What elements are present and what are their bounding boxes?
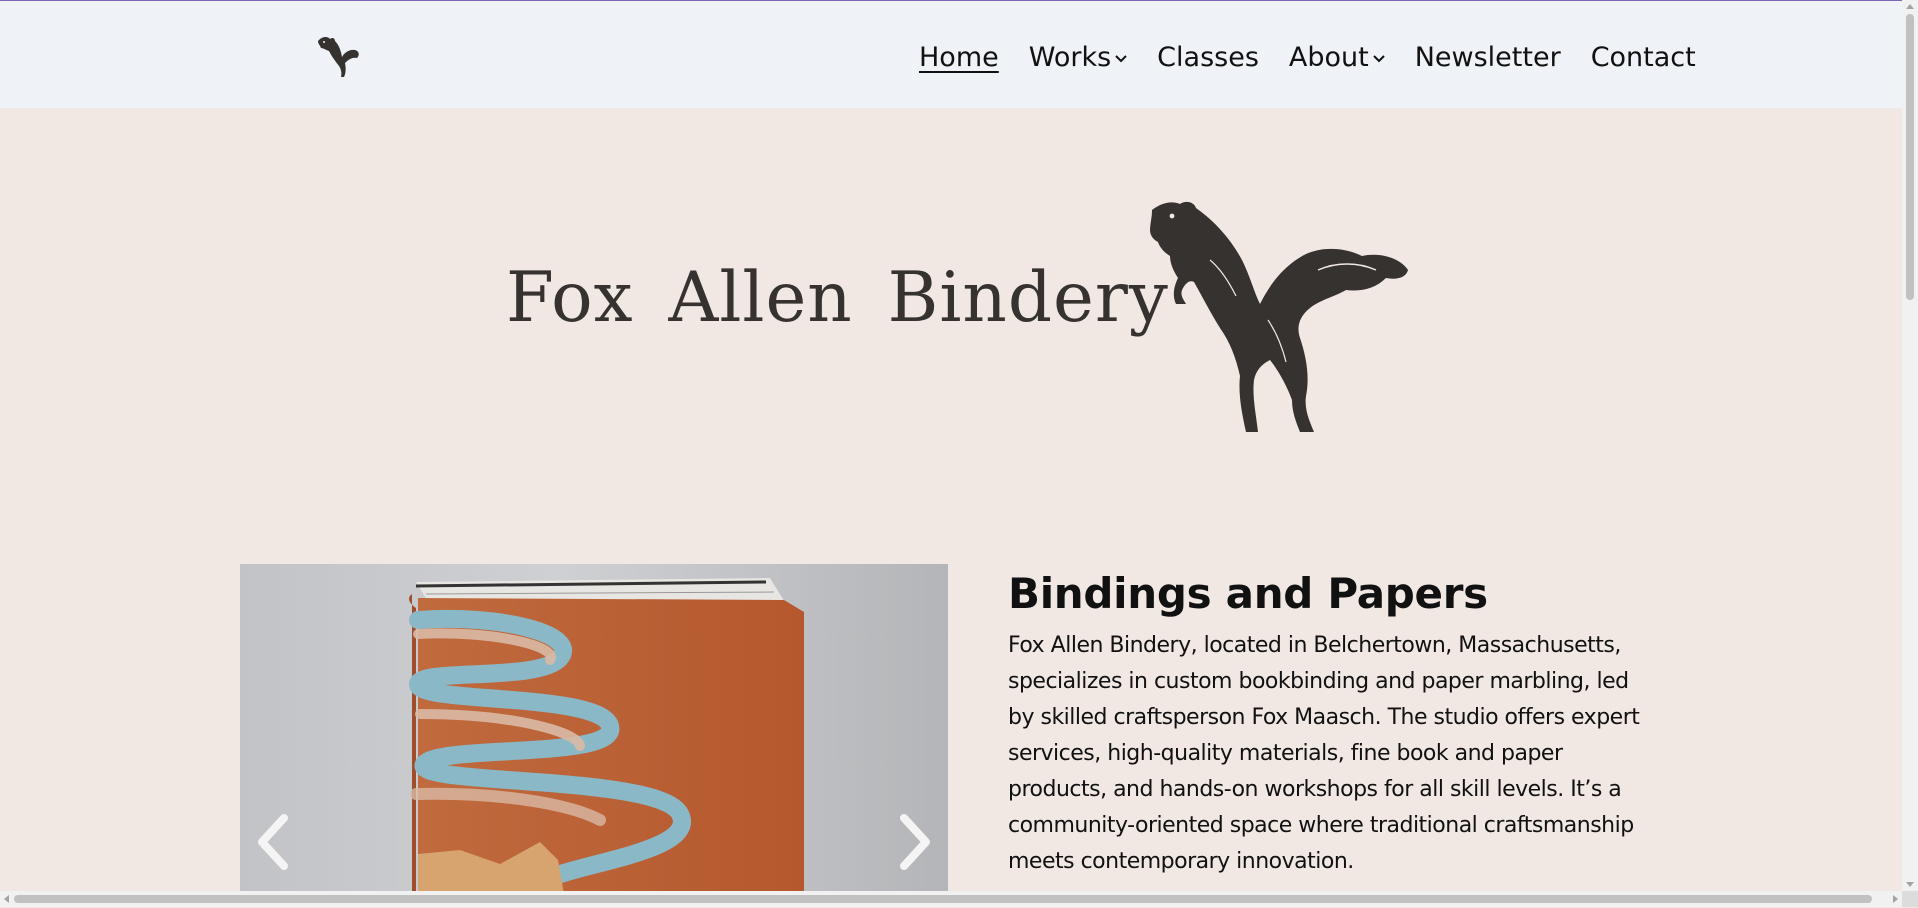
nav-item-label: Classes: [1157, 41, 1259, 73]
main-nav: Home Works Classes About Newsletter Cont…: [919, 39, 1696, 75]
section-heading: Bindings and Papers: [1008, 569, 1488, 618]
nav-item-classes[interactable]: Classes: [1157, 42, 1259, 73]
image-carousel[interactable]: [240, 564, 948, 894]
nav-item-works[interactable]: Works: [1029, 42, 1127, 73]
scroll-down-icon[interactable]: [1906, 882, 1914, 887]
chevron-left-icon[interactable]: [254, 812, 294, 872]
chevron-down-icon: [1373, 54, 1385, 62]
nav-item-home[interactable]: Home: [919, 42, 999, 73]
nav-item-newsletter[interactable]: Newsletter: [1415, 42, 1561, 73]
nav-item-label: Home: [919, 41, 999, 73]
chevron-down-icon: [1115, 54, 1127, 62]
chevron-right-icon[interactable]: [894, 812, 934, 872]
leaping-fox-icon: [1150, 200, 1410, 435]
nav-item-label: Newsletter: [1414, 41, 1561, 73]
scroll-right-icon[interactable]: [1893, 895, 1898, 903]
vertical-scrollbar[interactable]: [1902, 0, 1918, 891]
nav-item-label: Contact: [1590, 41, 1696, 73]
hero-logo-wordmark: Fox Allen Bindery: [506, 258, 1169, 338]
nav-item-label: About: [1288, 41, 1369, 73]
scroll-left-icon[interactable]: [4, 895, 9, 903]
site-header: Home Works Classes About Newsletter Cont…: [0, 1, 1902, 108]
intro-block: Bindings and Papers Fox Allen Bindery, l…: [1008, 566, 1658, 880]
leaping-fox-icon[interactable]: [314, 33, 362, 79]
scrollbar-thumb[interactable]: [1906, 14, 1914, 300]
book-photo: [409, 578, 804, 894]
scrollbar-corner: [1902, 891, 1918, 907]
intro-paragraph: Fox Allen Bindery, located in Belchertow…: [1008, 633, 1640, 874]
horizontal-scrollbar[interactable]: [0, 891, 1902, 907]
nav-item-about[interactable]: About: [1289, 42, 1385, 73]
nav-item-contact[interactable]: Contact: [1591, 42, 1696, 73]
nav-item-label: Works: [1028, 41, 1112, 73]
scrollbar-thumb[interactable]: [14, 895, 1872, 903]
scroll-up-icon[interactable]: [1906, 4, 1914, 9]
